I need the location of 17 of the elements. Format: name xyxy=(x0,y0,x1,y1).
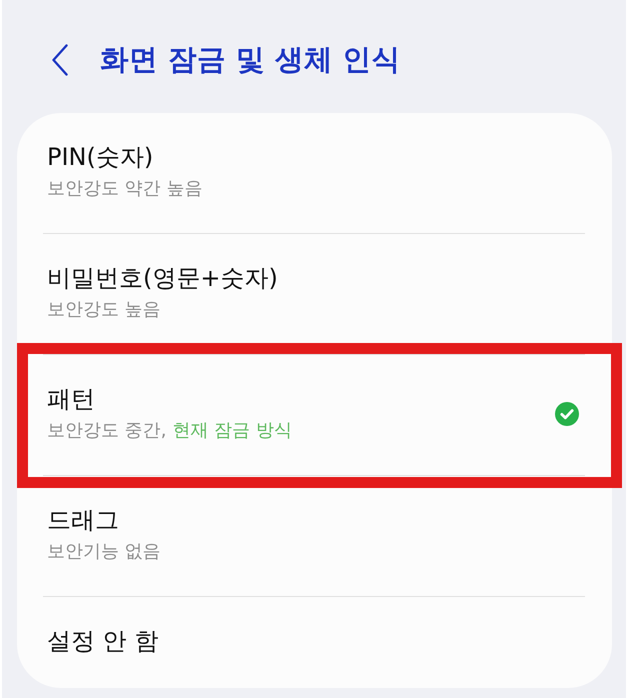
lock-option[interactable]: 설정 안 함 xyxy=(17,597,612,688)
option-subtitle: 보안강도 높음 xyxy=(47,298,161,322)
option-title: PIN(숫자) xyxy=(47,142,154,173)
option-subtitle: 보안기능 없음 xyxy=(47,540,161,564)
lock-option[interactable]: PIN(숫자) 보안강도 약간 높음 xyxy=(17,113,612,233)
lock-option[interactable]: 패턴 보안강도 중간, 현재 잠금 방식 xyxy=(17,355,612,475)
option-title: 비밀번호(영문+숫자) xyxy=(47,263,278,294)
option-title: 설정 안 함 xyxy=(47,626,158,657)
option-subtitle: 보안강도 약간 높음 xyxy=(47,177,202,201)
option-subtitle: 보안강도 중간, xyxy=(47,419,166,443)
lock-option[interactable]: 드래그 보안기능 없음 xyxy=(17,476,612,596)
chevron-left-icon xyxy=(52,44,68,76)
option-title: 패턴 xyxy=(47,384,95,415)
option-title: 드래그 xyxy=(47,505,119,536)
lock-option[interactable]: 비밀번호(영문+숫자) 보안강도 높음 xyxy=(17,234,612,354)
current-status: 현재 잠금 방식 xyxy=(172,419,292,443)
page-title: 화면 잠금 및 생체 인식 xyxy=(100,42,401,78)
